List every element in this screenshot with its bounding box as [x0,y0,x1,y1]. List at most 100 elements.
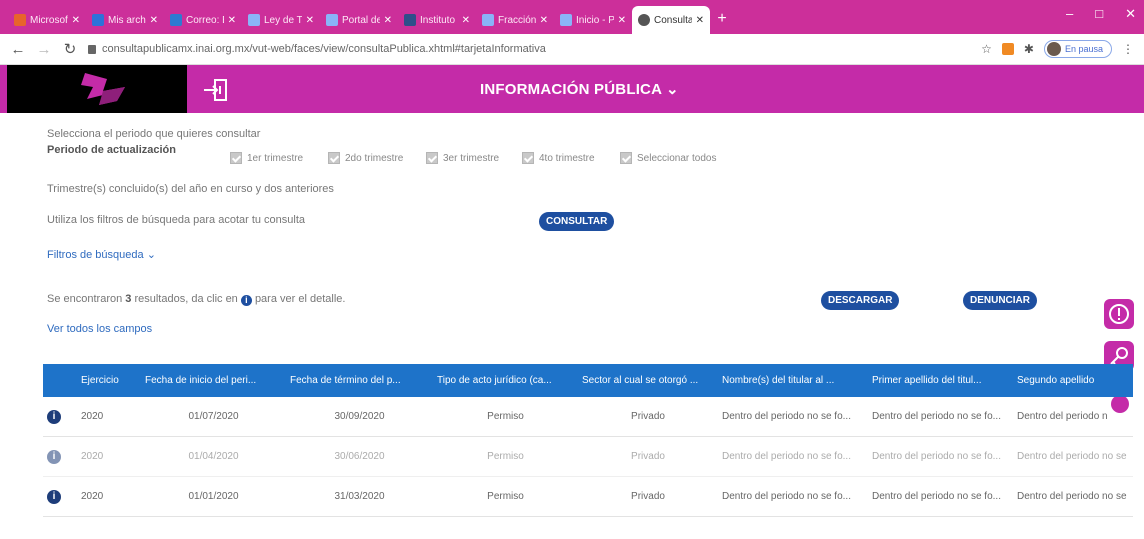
browser-tab[interactable]: Ley de Tra ✕ [242,6,320,34]
browser-tab[interactable]: Instituto d ✕ [398,6,476,34]
page-title-text: INFORMACIÓN PÚBLICA [480,81,662,98]
page-title[interactable]: INFORMACIÓN PÚBLICA ⌄ [480,80,679,98]
tab-favicon-icon [14,14,26,26]
extension-icon[interactable] [1001,43,1014,55]
reload-button[interactable]: ↻ [62,40,78,58]
url-field[interactable]: consultapublicamx.inai.org.mx/vut-web/fa… [88,43,971,55]
checkbox-label: 1er trimestre [247,152,304,164]
browser-tab[interactable]: Inicio - PNT ✕ [554,6,632,34]
column-header[interactable]: Segundo apellido [1013,375,1133,386]
period-label: Periodo de actualización [47,144,176,156]
table-cell: Dentro del periodo no se fo... [872,411,1001,422]
back-button[interactable]: ← [10,41,26,58]
close-icon[interactable]: ✕ [618,15,626,26]
table-cell: Dentro del periodo no se fo... [722,451,851,462]
profile-button[interactable]: En pausa [1043,40,1112,58]
column-header[interactable]: Ejercicio [77,375,141,386]
browser-tab[interactable]: Correo: Ed ✕ [164,6,242,34]
logo-icon [81,73,125,105]
puzzle-icon[interactable]: ✱ [1024,42,1034,56]
site-header: INFORMACIÓN PÚBLICA ⌄ [0,65,1144,113]
checkbox-q4[interactable]: 4to trimestre [522,152,595,164]
check-icon [230,152,242,164]
quarters-note: Trimestre(s) concluido(s) del año en cur… [47,183,334,195]
view-all-fields-link[interactable]: Ver todos los campos [47,323,152,335]
table-cell: 2020 [81,451,104,462]
consult-button[interactable]: CONSULTAR [539,212,615,231]
checkbox-select-all[interactable]: Seleccionar todos [620,152,717,164]
filters-hint: Utiliza los filtros de búsqueda para aco… [47,214,306,226]
table-cell: 2020 [81,411,104,422]
close-icon[interactable]: ✕ [384,15,392,26]
checkbox-label: Seleccionar todos [637,152,717,164]
close-icon[interactable]: ✕ [462,15,470,26]
tab-title: Instituto d [420,14,458,26]
minimize-button[interactable]: – [1066,6,1073,22]
profile-label: En pausa [1064,44,1103,54]
checkbox-q1[interactable]: 1er trimestre [230,152,303,164]
download-button[interactable]: DESCARGAR [821,291,900,310]
results-prefix: Se encontraron [47,293,123,305]
close-icon[interactable]: ✕ [696,15,704,26]
table-cell: Permiso [487,451,524,462]
column-header[interactable]: Fecha de inicio del peri... [141,375,286,386]
browser-tab-strip: Microsoft ✕ Mis archivos ✕ Correo: Ed ✕ Ley… [0,0,1144,34]
table-row: i 2020 01/01/2020 31/03/2020 Permiso Pri… [43,477,1133,517]
column-header[interactable]: Nombre(s) del titular al ... [718,375,868,386]
lock-icon [88,44,96,54]
table-cell: 31/03/2020 [334,491,385,502]
tab-favicon-icon [482,14,494,26]
browser-tab[interactable]: Mis archivos ✕ [86,6,164,34]
close-window-button[interactable]: ✕ [1125,6,1136,22]
forward-button[interactable]: → [36,41,52,58]
info-icon[interactable]: i [47,409,61,424]
tab-title: Portal de T [342,14,380,26]
alert-button[interactable] [1104,299,1134,329]
tab-favicon-icon [170,14,182,26]
close-icon[interactable]: ✕ [72,15,80,26]
login-icon[interactable] [202,77,230,103]
browser-tab[interactable]: Portal de T ✕ [320,6,398,34]
column-header[interactable]: Fecha de término del p... [286,375,433,386]
info-icon[interactable]: i [47,449,61,464]
table-cell: Dentro del periodo n [1017,411,1108,422]
browser-tab[interactable]: Fracción I ✕ [476,6,554,34]
column-header[interactable]: Tipo de acto jurídico (ca... [433,375,578,386]
maximize-button[interactable]: □ [1095,6,1103,22]
close-icon[interactable]: ✕ [306,15,314,26]
close-icon[interactable]: ✕ [150,15,158,26]
table-cell: 30/09/2020 [334,411,385,422]
browser-tab-active[interactable]: Consulta P ✕ [632,6,710,34]
browser-tab[interactable]: Microsoft ✕ [8,6,86,34]
check-icon [328,152,340,164]
star-icon[interactable]: ☆ [981,42,992,56]
column-header[interactable]: Sector al cual se otorgó ... [578,375,718,386]
check-icon [620,152,632,164]
window-controls: – □ ✕ [1066,6,1136,22]
info-icon[interactable]: i [47,489,61,504]
checkbox-q3[interactable]: 3er trimestre [426,152,499,164]
table-cell: Dentro del periodo no se fo... [872,491,1001,502]
report-button[interactable]: DENUNCIAR [963,291,1037,310]
new-tab-button[interactable]: + [710,6,734,34]
table-cell: Privado [631,451,665,462]
check-icon [522,152,534,164]
site-logo[interactable] [7,65,187,113]
results-suffix-end: para ver el detalle. [254,293,346,305]
info-icon: i [240,295,252,306]
results-suffix: resultados, da clic en [134,293,238,305]
close-icon[interactable]: ✕ [228,15,236,26]
checkbox-q2[interactable]: 2do trimestre [328,152,403,164]
tab-favicon-icon [326,14,338,26]
close-icon[interactable]: ✕ [540,15,548,26]
table-row: i 2020 01/04/2020 30/06/2020 Permiso Pri… [43,437,1133,477]
filters-toggle[interactable]: Filtros de búsqueda ⌄ [47,248,156,261]
menu-icon[interactable]: ⋮ [1122,42,1134,56]
filters-toggle-label: Filtros de búsqueda [47,249,144,261]
avatar [1046,42,1061,56]
tab-title: Fracción I [498,14,536,26]
tab-favicon-icon [404,14,416,26]
address-bar: ← → ↻ consultapublicamx.inai.org.mx/vut-… [0,34,1144,65]
tab-favicon-icon [92,14,104,26]
column-header[interactable]: Primer apellido del titul... [868,375,1013,386]
